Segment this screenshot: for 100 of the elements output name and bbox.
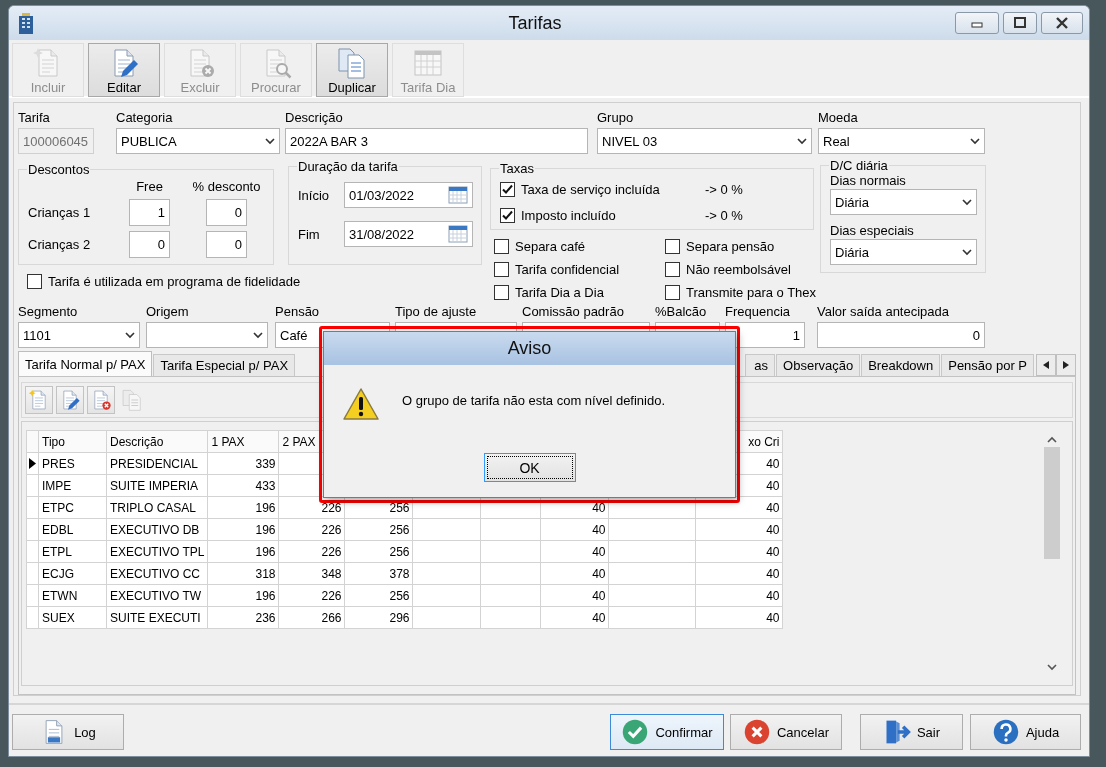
table-cell: 256	[345, 540, 413, 563]
checkbox-label: Não reembolsável	[686, 262, 791, 277]
scroll-left-button[interactable]	[1036, 354, 1056, 376]
table-cell: ETPL	[38, 540, 107, 563]
text-field[interactable]: 0	[817, 322, 985, 348]
dropdown[interactable]: PUBLICA	[116, 128, 280, 154]
table-cell: PRESIDENCIAL	[106, 452, 208, 475]
table-cell: SUEX	[38, 606, 107, 629]
field-label: Segmento	[18, 304, 79, 320]
tab[interactable]: as	[745, 354, 776, 376]
scroll-right-button[interactable]	[1056, 354, 1076, 376]
text-field[interactable]: 0	[206, 199, 247, 226]
close-button[interactable]	[1041, 12, 1083, 34]
checkbox[interactable]	[665, 262, 680, 277]
table-cell: TRIPLO CASAL	[106, 496, 208, 519]
column-header[interactable]: Descrição	[106, 430, 208, 453]
table-cell: SUITE EXECUTI	[106, 606, 208, 629]
date-field[interactable]: 31/08/2022	[344, 221, 473, 247]
table-cell: EDBL	[38, 518, 107, 541]
chevron-down-icon	[962, 198, 972, 206]
table-cell: 348	[279, 562, 345, 585]
dropdown[interactable]: 1101	[18, 322, 140, 348]
table-cell: 296	[345, 606, 413, 629]
confirm-button[interactable]: Confirmar	[610, 714, 724, 750]
checkbox[interactable]	[500, 181, 515, 197]
chevron-down-icon	[962, 248, 972, 256]
column-header[interactable]: Tipo	[38, 430, 107, 453]
checkbox-label: Tarifa confidencial	[515, 262, 620, 277]
copy-icon	[336, 47, 368, 79]
table-cell: 226	[279, 540, 345, 563]
text-field[interactable]: 1	[129, 199, 170, 226]
scrollbar-thumb[interactable]	[1044, 447, 1060, 559]
text-field[interactable]: 0	[129, 231, 170, 258]
checkbox-label: Tarifa é utilizada em programa de fidelidade	[48, 274, 301, 289]
table-cell: 40	[696, 540, 783, 563]
scroll-down-icon	[1047, 664, 1057, 671]
date-field[interactable]: 01/03/2022	[344, 182, 473, 208]
checkbox-label: Imposto incluído	[521, 207, 616, 223]
log-button[interactable]: Log	[12, 714, 124, 750]
field-label: Início	[298, 187, 331, 203]
table-cell: 266	[279, 606, 345, 629]
table-cell: 40	[696, 518, 783, 541]
checkbox[interactable]	[494, 262, 509, 277]
field-label: Dias especiais	[830, 223, 915, 238]
calendar-icon	[448, 186, 468, 204]
toolbar-button[interactable]: Duplicar	[316, 43, 388, 97]
checkbox[interactable]	[27, 274, 42, 289]
scroll-left-icon	[1043, 361, 1049, 369]
exit-button[interactable]: Sair	[860, 714, 963, 750]
ok-button[interactable]: OK	[483, 453, 576, 482]
field-label: Valor saída antecipada	[817, 304, 951, 320]
field-label: Tarifa	[18, 110, 51, 126]
warning-icon	[342, 387, 380, 421]
column-label: Free	[136, 179, 163, 194]
dropdown[interactable]: Real	[818, 128, 985, 154]
table-cell: 196	[208, 540, 279, 563]
tab[interactable]: Observação	[776, 354, 861, 376]
table-cell: 40	[541, 518, 609, 541]
close-icon	[1055, 17, 1069, 29]
tab[interactable]: Pensão por P	[941, 354, 1034, 376]
table-cell: EXECUTIVO TW	[106, 584, 208, 607]
toolbar-button[interactable]	[56, 386, 84, 414]
field-label: Origem	[146, 304, 190, 320]
checkbox[interactable]	[665, 239, 680, 254]
tab[interactable]: Breakdown	[861, 354, 941, 376]
checkbox[interactable]	[665, 285, 680, 300]
toolbar-button[interactable]: Editar	[88, 43, 160, 97]
table-cell: EXECUTIVO TPL	[106, 540, 208, 563]
help-button[interactable]: Ajuda	[970, 714, 1081, 750]
row-indicator[interactable]	[26, 452, 39, 475]
field-label: Dias normais	[830, 173, 907, 188]
text-field[interactable]: 2022A BAR 3	[285, 128, 588, 154]
row-pointer-icon	[29, 458, 36, 469]
scroll-right-icon	[1063, 361, 1069, 369]
cancel-button[interactable]: Cancelar	[730, 714, 842, 750]
table-cell: PRES	[38, 452, 107, 475]
column-label: % desconto	[192, 179, 261, 194]
checkbox[interactable]	[494, 285, 509, 300]
checkbox[interactable]	[494, 239, 509, 254]
table-cell: 378	[345, 562, 413, 585]
text-field[interactable]: 0	[206, 231, 247, 258]
column-header[interactable]: 1 PAX	[208, 430, 279, 453]
checkbox-label: Taxa de serviço incluída	[521, 181, 660, 197]
chevron-down-icon	[797, 137, 807, 145]
field-label: Categoria	[116, 110, 174, 126]
checkbox[interactable]	[500, 207, 515, 223]
maximize-button[interactable]	[1003, 12, 1037, 34]
tab[interactable]: Tarifa Especial p/ PAX	[153, 354, 296, 376]
table-cell: IMPE	[38, 474, 107, 497]
toolbar-button[interactable]	[87, 386, 115, 414]
field-label: Fim	[298, 226, 321, 242]
dropdown[interactable]: Diária	[830, 239, 977, 265]
dropdown[interactable]: NIVEL 03	[597, 128, 812, 154]
tab[interactable]: Tarifa Normal p/ PAX	[18, 351, 153, 376]
dropdown[interactable]: Diária	[830, 189, 977, 215]
table-cell: ETPC	[38, 496, 107, 519]
checkbox-label: Transmite para o Thex	[686, 285, 817, 300]
table-cell: 196	[208, 518, 279, 541]
table-cell: EXECUTIVO CC	[106, 562, 208, 585]
checkbox-label: Separa pensão	[686, 239, 775, 254]
